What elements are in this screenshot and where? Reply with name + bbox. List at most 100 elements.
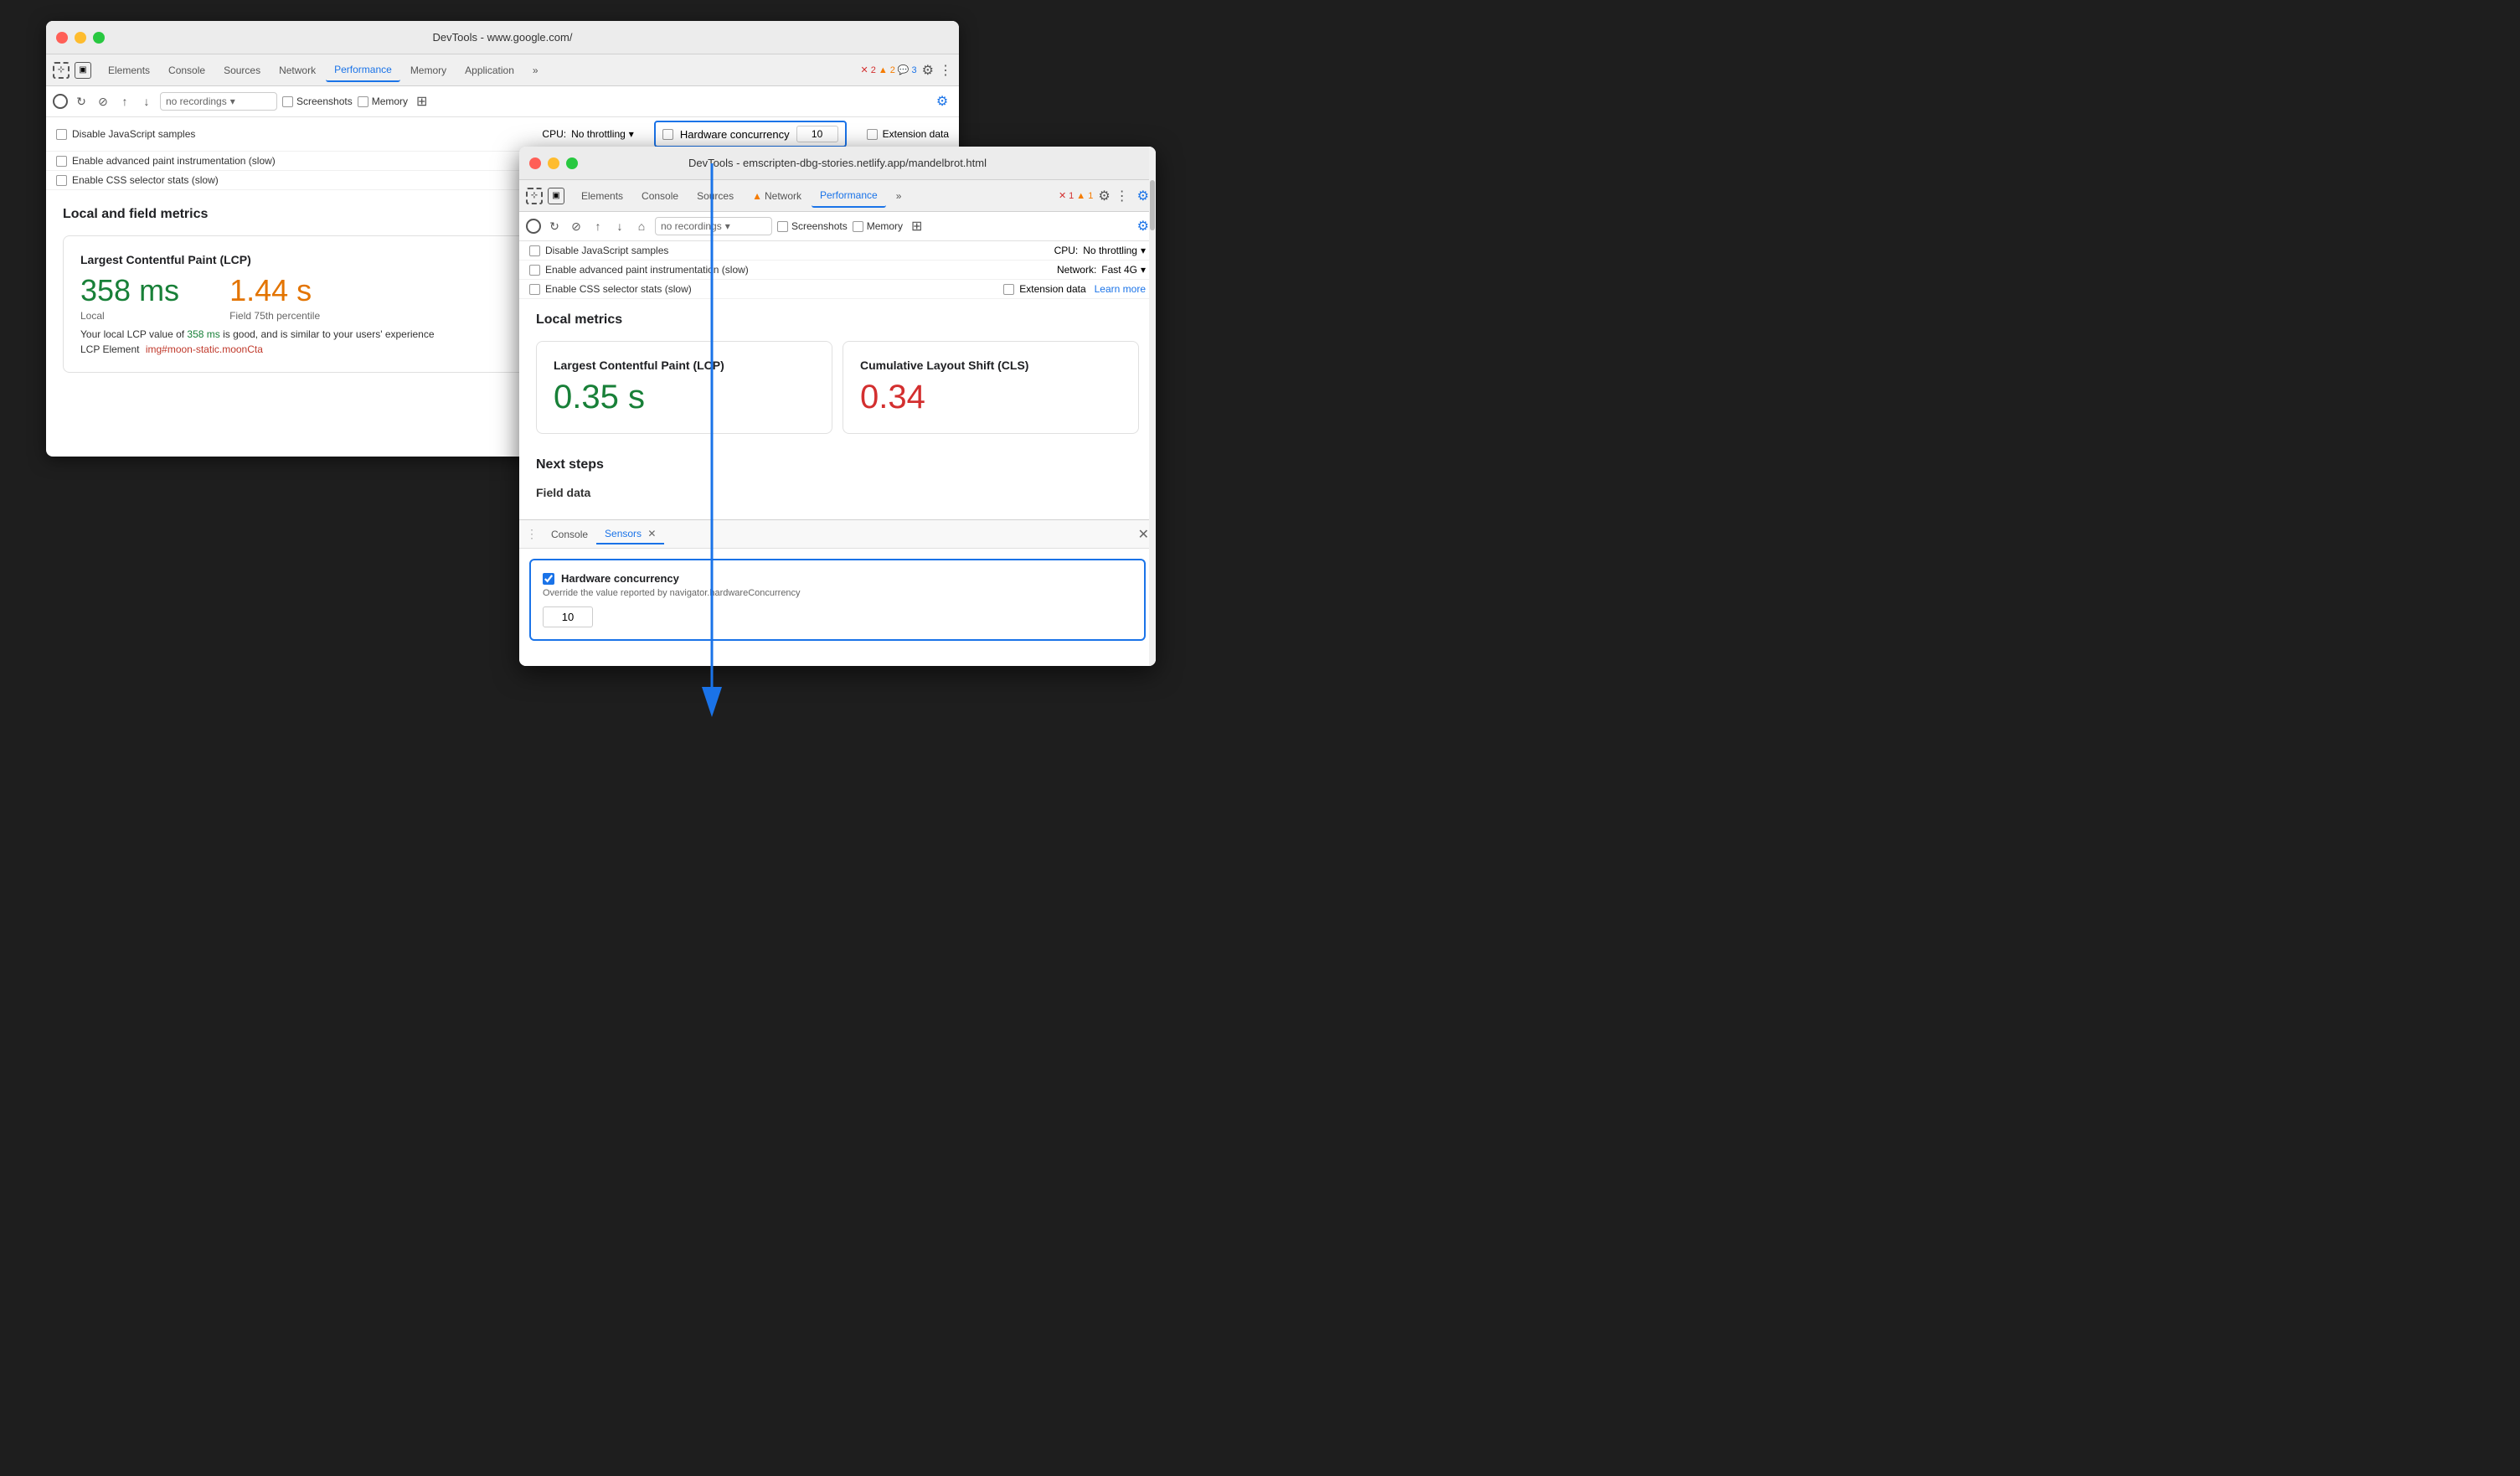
bg-tab-performance[interactable]: Performance: [326, 59, 400, 82]
fg-tab-elements[interactable]: Elements: [573, 185, 631, 207]
bg-clear-button[interactable]: ⊘: [95, 93, 111, 110]
fg-panel-close[interactable]: ✕: [1138, 526, 1149, 543]
fg-warning-icon: ▲: [1076, 191, 1085, 201]
fg-network-throttle: Network: Fast 4G ▾: [1057, 264, 1146, 276]
fg-tab-network[interactable]: ▲ Network: [744, 185, 810, 207]
fg-adv-paint-option[interactable]: Enable advanced paint instrumentation (s…: [529, 264, 749, 276]
fg-maximize-button[interactable]: [566, 157, 578, 169]
fg-cursor-icon[interactable]: ⊹: [526, 188, 543, 204]
bg-recordings-chevron: ▾: [230, 95, 235, 107]
fg-toolbar-grid-icon[interactable]: ⊞: [911, 218, 922, 235]
fg-ext-label: Extension data: [1019, 283, 1085, 295]
fg-metrics-row: Largest Contentful Paint (LCP) 0.35 s Cu…: [536, 341, 1139, 444]
bg-device-icon[interactable]: ▣: [75, 62, 91, 79]
bg-css-check[interactable]: [56, 175, 67, 186]
fg-recordings-dropdown[interactable]: no recordings ▾: [655, 217, 772, 235]
fg-css-selector-option[interactable]: Enable CSS selector stats (slow): [529, 283, 692, 295]
fg-sensors-tab[interactable]: Sensors ✕: [596, 524, 664, 544]
fg-ext-check[interactable]: [1003, 284, 1014, 295]
fg-hw-panel-input[interactable]: [543, 606, 593, 627]
fg-record-button[interactable]: [526, 219, 541, 234]
bg-hw-input[interactable]: [796, 126, 838, 142]
bg-tab-memory[interactable]: Memory: [402, 59, 455, 81]
fg-scrollbar-thumb[interactable]: [1150, 180, 1155, 230]
bg-adv-paint-option[interactable]: Enable advanced paint instrumentation (s…: [56, 155, 276, 167]
fg-reload-button[interactable]: ↻: [546, 218, 563, 235]
bg-cursor-icon[interactable]: ⊹: [53, 62, 70, 79]
fg-network-chevron: ▾: [1141, 264, 1146, 276]
fg-scrollbar[interactable]: [1149, 147, 1156, 666]
fg-cls-label: Cumulative Layout Shift (CLS): [860, 359, 1121, 372]
fg-settings-toolbar-gear[interactable]: ⚙: [1137, 218, 1149, 235]
bg-cpu-label: CPU:: [542, 128, 566, 140]
fg-more-icon[interactable]: ⋮: [1116, 188, 1129, 204]
fg-hw-checkbox[interactable]: [543, 573, 554, 585]
fg-minimize-button[interactable]: [548, 157, 559, 169]
fg-disable-js-check[interactable]: [529, 245, 540, 256]
bg-disable-js-check[interactable]: [56, 129, 67, 140]
fg-memory-label: Memory: [867, 220, 903, 232]
fg-adv-paint-check[interactable]: [529, 265, 540, 276]
bg-disable-js-label: Disable JavaScript samples: [72, 128, 195, 140]
fg-cpu-select[interactable]: No throttling ▾: [1083, 245, 1146, 256]
bg-record-button[interactable]: [53, 94, 68, 109]
fg-settings-gear[interactable]: ⚙: [1137, 188, 1149, 204]
bg-minimize-button[interactable]: [75, 32, 86, 44]
bg-upload-button[interactable]: ↑: [116, 93, 133, 110]
fg-screenshots-label: Screenshots: [791, 220, 848, 232]
bg-ext-check[interactable]: [867, 129, 878, 140]
fg-ext-learn-more[interactable]: Learn more: [1095, 283, 1146, 295]
bg-close-button[interactable]: [56, 32, 68, 44]
fg-hw-panel-title: Hardware concurrency: [543, 572, 1132, 585]
fg-close-button[interactable]: [529, 157, 541, 169]
bg-recordings-dropdown[interactable]: no recordings ▾: [160, 92, 277, 111]
bg-toolbar-grid-icon[interactable]: ⊞: [416, 93, 427, 110]
bg-maximize-button[interactable]: [93, 32, 105, 44]
bg-memory-checkbox[interactable]: Memory: [358, 95, 408, 107]
bg-hw-check[interactable]: [662, 129, 673, 140]
bg-tab-console[interactable]: Console: [160, 59, 214, 81]
bg-download-button[interactable]: ↓: [138, 93, 155, 110]
bg-cpu-select[interactable]: No throttling ▾: [571, 128, 634, 140]
fg-network-select[interactable]: Fast 4G ▾: [1101, 264, 1146, 276]
fg-css-label: Enable CSS selector stats (slow): [545, 283, 692, 295]
fg-console-tab[interactable]: Console: [543, 525, 596, 544]
fg-tab-more[interactable]: »: [888, 185, 910, 207]
bg-settings-gear[interactable]: ⚙: [932, 91, 952, 111]
fg-titlebar: DevTools - emscripten-dbg-stories.netlif…: [519, 147, 1156, 180]
bg-tab-network[interactable]: Network: [271, 59, 324, 81]
fg-lcp-label: Largest Contentful Paint (LCP): [554, 359, 815, 372]
fg-settings-icon[interactable]: ⚙: [1098, 188, 1110, 204]
bg-adv-paint-check[interactable]: [56, 156, 67, 167]
fg-device-icon[interactable]: ▣: [548, 188, 564, 204]
fg-tab-console[interactable]: Console: [633, 185, 687, 207]
fg-sensors-tab-close[interactable]: ✕: [647, 528, 656, 539]
fg-home-button[interactable]: ⌂: [633, 218, 650, 235]
bg-css-selector-option[interactable]: Enable CSS selector stats (slow): [56, 174, 219, 186]
fg-download-button[interactable]: ↓: [611, 218, 628, 235]
fg-tab-sources[interactable]: Sources: [688, 185, 742, 207]
bg-disable-js-option[interactable]: Disable JavaScript samples: [56, 128, 195, 140]
fg-disable-js-option[interactable]: Disable JavaScript samples: [529, 245, 668, 256]
bg-yellow-count: 2: [890, 65, 895, 75]
bg-tab-sources[interactable]: Sources: [215, 59, 269, 81]
bg-tab-more[interactable]: »: [524, 59, 547, 81]
bg-lcp-field-sub: Field 75th percentile: [229, 310, 320, 322]
fg-upload-button[interactable]: ↑: [590, 218, 606, 235]
bg-settings-icon[interactable]: ⚙: [922, 62, 934, 79]
bg-screenshots-checkbox[interactable]: Screenshots: [282, 95, 353, 107]
bg-reload-button[interactable]: ↻: [73, 93, 90, 110]
bg-tab-elements[interactable]: Elements: [100, 59, 158, 81]
fg-hw-panel: Hardware concurrency Override the value …: [529, 559, 1146, 641]
bg-lcp-element-link[interactable]: img#moon-static.moonCta: [146, 343, 263, 355]
fg-clear-button[interactable]: ⊘: [568, 218, 585, 235]
fg-cpu-chevron: ▾: [1141, 245, 1146, 256]
fg-tab-performance[interactable]: Performance: [812, 184, 886, 208]
bg-tab-application[interactable]: Application: [456, 59, 523, 81]
fg-memory-checkbox[interactable]: Memory: [853, 220, 903, 232]
bg-blue-count: 3: [912, 65, 917, 75]
fg-toolbar: ↻ ⊘ ↑ ↓ ⌂ no recordings ▾ Screenshots Me…: [519, 212, 1156, 241]
bg-more-icon[interactable]: ⋮: [939, 62, 952, 79]
fg-screenshots-checkbox[interactable]: Screenshots: [777, 220, 848, 232]
fg-css-check[interactable]: [529, 284, 540, 295]
